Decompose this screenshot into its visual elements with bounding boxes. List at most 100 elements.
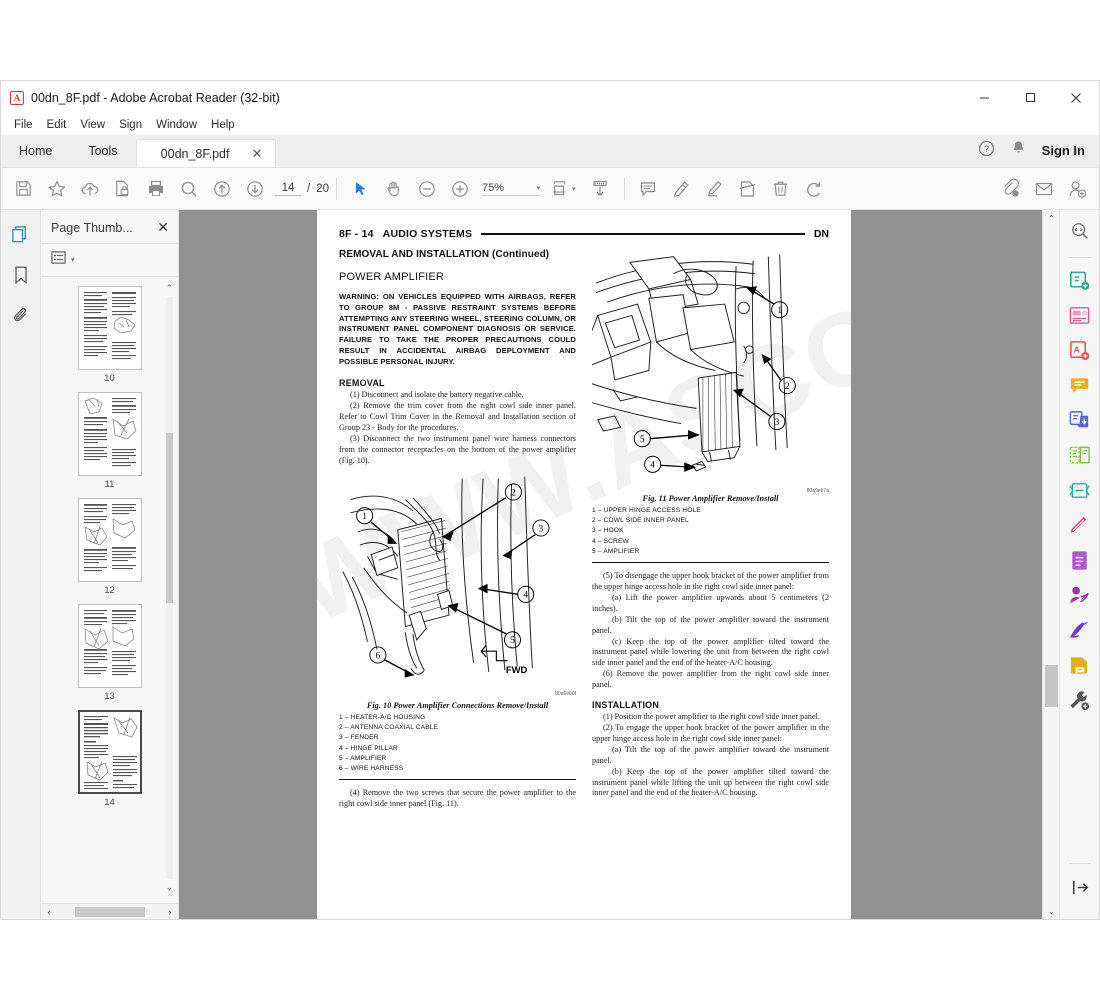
menu-edit[interactable]: Edit <box>40 117 74 133</box>
search-document-icon[interactable] <box>1067 218 1093 244</box>
list-item[interactable]: 13 <box>77 604 142 704</box>
scrollbar-thumb[interactable] <box>74 906 145 917</box>
subject-title: POWER AMPLIFIER <box>339 271 445 283</box>
next-page-icon[interactable] <box>238 172 271 205</box>
compare-files-icon[interactable] <box>1067 442 1093 468</box>
bookmarks-icon[interactable] <box>9 263 33 287</box>
more-tools-icon[interactable] <box>1067 687 1093 713</box>
bell-icon[interactable] <box>1011 140 1026 161</box>
legend-item: 1 – HEATER-A/C HOUSING <box>339 713 426 721</box>
undo-icon[interactable] <box>797 172 830 205</box>
previous-page-icon[interactable] <box>205 172 238 205</box>
certificates-icon[interactable] <box>1067 617 1093 643</box>
highlight-text-icon[interactable] <box>665 172 698 205</box>
delete-icon[interactable] <box>764 172 797 205</box>
page-thumbnails-icon[interactable] <box>9 222 33 246</box>
hand-tool-icon[interactable] <box>377 172 410 205</box>
list-item[interactable]: 12 <box>77 498 142 598</box>
figure-10-caption: Fig. 10 Power Amplifier Connections Remo… <box>366 700 549 710</box>
organize-pages-icon[interactable] <box>1067 302 1093 328</box>
protect-document-icon[interactable] <box>106 172 139 205</box>
rail-divider <box>1069 863 1091 864</box>
redact-icon[interactable] <box>1067 477 1093 503</box>
tab-document[interactable]: 00dn_8F.pdf ✕ <box>135 139 276 167</box>
removal-step-5: (5) To disengage the upper hook bracket … <box>592 571 829 591</box>
list-item[interactable]: 14 <box>77 710 142 810</box>
close-button[interactable] <box>1053 81 1099 114</box>
list-options-icon[interactable] <box>51 250 66 270</box>
page-thumbnail-label: 10 <box>104 373 115 384</box>
list-item[interactable]: 11 <box>77 392 142 492</box>
installation-heading: INSTALLATION <box>592 700 660 711</box>
document-scrollbar[interactable]: ⌃ ⌄ <box>1042 210 1059 919</box>
scroll-down-icon[interactable]: ⌄ <box>166 882 174 893</box>
menu-window[interactable]: Window <box>149 117 204 133</box>
navigation-rail <box>1 210 41 919</box>
find-icon[interactable] <box>172 172 205 205</box>
scroll-right-icon[interactable]: › <box>164 907 176 917</box>
chevron-down-icon[interactable]: ▾ <box>71 256 75 264</box>
close-icon[interactable]: ✕ <box>157 219 169 236</box>
add-person-icon[interactable] <box>1060 172 1093 205</box>
page-thumbnail-image <box>77 392 142 476</box>
tab-tools[interactable]: Tools <box>70 134 135 167</box>
email-icon[interactable] <box>1027 172 1060 205</box>
minimize-button[interactable] <box>961 81 1007 114</box>
thumbnails-list[interactable]: 10 11 12 13 14 ⌃ ⌄ <box>41 277 178 919</box>
list-item[interactable]: 10 <box>77 286 142 386</box>
collapse-panel-icon[interactable] <box>1067 874 1093 900</box>
tab-document-label: 00dn_8F.pdf <box>160 146 230 161</box>
svg-text:2: 2 <box>785 382 790 392</box>
fit-page-icon[interactable] <box>546 172 572 205</box>
attachments-icon[interactable] <box>9 304 33 328</box>
tab-home[interactable]: Home <box>1 134 70 167</box>
create-pdf-icon[interactable] <box>1067 267 1093 293</box>
scrollbar-thumb[interactable] <box>166 433 173 603</box>
legend-item: 3 – HOOK <box>592 527 624 535</box>
close-icon[interactable]: ✕ <box>251 146 262 162</box>
scrollbar-thumb[interactable] <box>1045 665 1058 707</box>
fill-and-sign-icon[interactable] <box>1067 547 1093 573</box>
scroll-up-icon[interactable]: ⌃ <box>1043 210 1059 226</box>
sign-in-button[interactable]: Sign In <box>1042 143 1085 158</box>
menu-sign[interactable]: Sign <box>112 117 149 133</box>
add-to-favorites-icon[interactable] <box>40 172 73 205</box>
save-icon[interactable] <box>7 172 40 205</box>
strikethrough-text-icon[interactable] <box>731 172 764 205</box>
toolbar-divider-1 <box>336 177 337 200</box>
stamp-icon[interactable] <box>1067 652 1093 678</box>
current-page-input[interactable] <box>275 181 301 196</box>
share-link-icon[interactable] <box>994 172 1027 205</box>
edit-pdf-icon[interactable] <box>1067 512 1093 538</box>
underline-text-icon[interactable] <box>698 172 731 205</box>
combine-files-icon[interactable] <box>1067 407 1093 433</box>
menu-view[interactable]: View <box>73 117 112 133</box>
add-comment-icon[interactable] <box>632 172 665 205</box>
acrobat-window: A 00dn_8F.pdf - Adobe Acrobat Reader (32… <box>0 80 1100 920</box>
export-pdf-icon[interactable]: A <box>1067 337 1093 363</box>
zoom-level-select[interactable]: 75% ▾ <box>482 182 540 196</box>
page-navigation: / 20 <box>275 181 329 196</box>
zoom-out-icon[interactable] <box>410 172 443 205</box>
print-icon[interactable] <box>139 172 172 205</box>
request-signatures-icon[interactable] <box>1067 582 1093 608</box>
scroll-down-icon[interactable]: ⌄ <box>1043 903 1059 919</box>
page-thumbnail-image <box>77 604 142 688</box>
fit-page-chevron-icon[interactable]: ▾ <box>572 185 576 193</box>
help-circle-icon[interactable]: ? <box>978 140 995 162</box>
tools-rail-footer <box>1060 859 1100 909</box>
upload-cloud-icon[interactable] <box>73 172 106 205</box>
menu-help[interactable]: Help <box>204 117 242 133</box>
scroll-up-icon[interactable]: ⌃ <box>166 283 174 294</box>
thumbnails-horizontal-scrollbar[interactable]: ‹ › <box>41 903 178 919</box>
thumbnails-scrollbar[interactable]: ⌃ ⌄ <box>164 283 175 893</box>
scroll-left-icon[interactable]: ‹ <box>43 907 55 917</box>
continued-heading: REMOVAL AND INSTALLATION (Continued) <box>339 249 550 260</box>
menu-file[interactable]: File <box>7 117 40 133</box>
comment-icon[interactable] <box>1067 372 1093 398</box>
maximize-button[interactable] <box>1007 81 1053 114</box>
zoom-in-icon[interactable] <box>443 172 476 205</box>
page-scrolling-icon[interactable] <box>584 172 617 205</box>
document-viewport[interactable]: WWW.ASCOM 8F - 14 AUDIO SYSTEMS DN REMOV… <box>179 210 1059 919</box>
select-cursor-icon[interactable] <box>344 172 377 205</box>
